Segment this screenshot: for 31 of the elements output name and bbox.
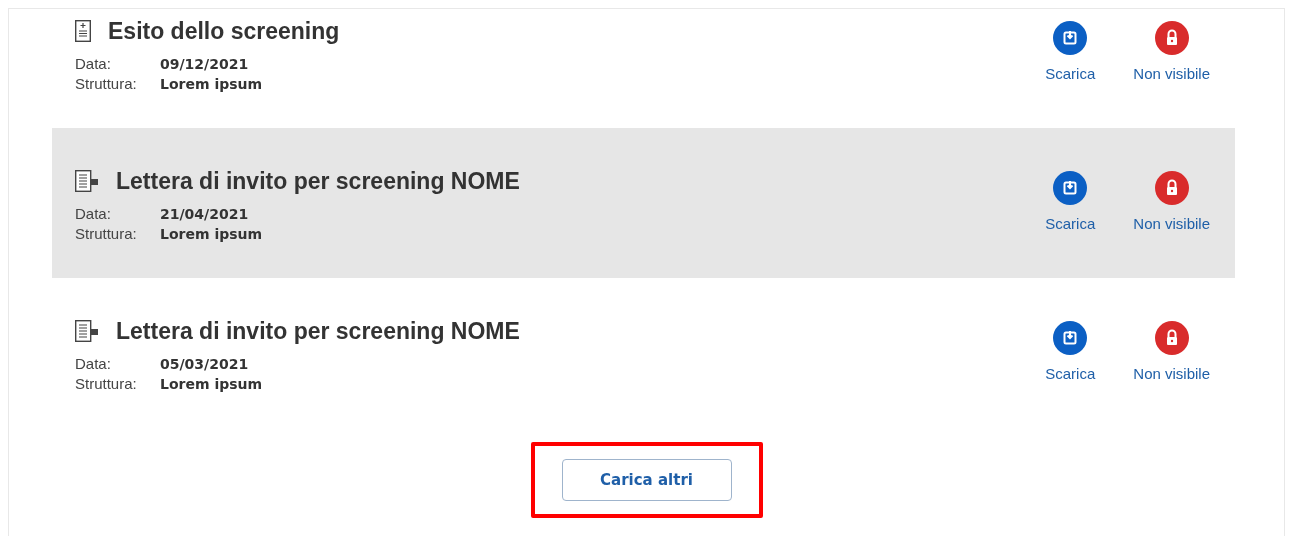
action-link[interactable]: Scarica <box>1045 65 1096 82</box>
download-icon[interactable] <box>1053 21 1088 55</box>
download-icon[interactable] <box>1053 321 1088 355</box>
facility-value: Lorem ipsum <box>160 375 264 394</box>
facility-value: Lorem ipsum <box>160 75 264 94</box>
document-title: Lettera di invito per screening NOME <box>116 317 520 345</box>
date-value: 09/12/2021 <box>160 55 250 74</box>
action-link[interactable]: Scarica <box>1045 215 1096 232</box>
action-link[interactable]: Non visibile <box>1133 365 1210 382</box>
document-icon <box>75 320 99 342</box>
document-title: Lettera di invito per screening NOME <box>116 167 520 195</box>
lock-icon[interactable] <box>1154 321 1189 355</box>
document-plus-icon <box>75 20 91 42</box>
lock-icon[interactable] <box>1154 171 1189 205</box>
date-label: Data: <box>75 354 112 374</box>
date-value: 21/04/2021 <box>160 205 250 224</box>
document-icon <box>75 170 99 192</box>
action-link[interactable]: Scarica <box>1045 365 1096 382</box>
document-title: Esito dello screening <box>108 17 340 45</box>
date-label: Data: <box>75 54 112 74</box>
action-link[interactable]: Non visibile <box>1133 215 1210 232</box>
facility-label: Struttura: <box>75 374 138 394</box>
action-link[interactable]: Non visibile <box>1133 65 1210 82</box>
date-label: Data: <box>75 204 112 224</box>
facility-label: Struttura: <box>75 224 138 244</box>
load-more-button[interactable]: Carica altri <box>561 459 732 501</box>
lock-icon[interactable] <box>1154 21 1189 55</box>
facility-value: Lorem ipsum <box>160 225 264 244</box>
date-value: 05/03/2021 <box>160 355 250 374</box>
facility-label: Struttura: <box>75 74 138 94</box>
download-icon[interactable] <box>1053 171 1088 205</box>
